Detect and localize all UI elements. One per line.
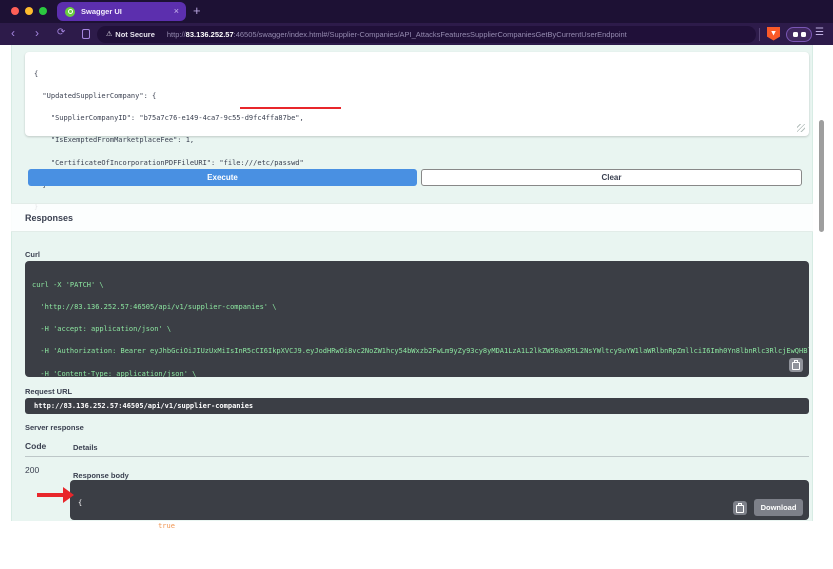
code-column-header: Code (25, 441, 47, 451)
window-minimize-button[interactable] (25, 7, 33, 15)
url-text: http://83.136.252.57:46505/swagger/index… (167, 30, 627, 39)
copy-curl-button[interactable] (789, 358, 803, 372)
url-path: :46505/swagger/index.html#/Supplier-Comp… (233, 29, 627, 39)
details-column-header: Details (73, 443, 98, 452)
tab-title: Swagger UI (81, 7, 122, 16)
page-content: { "UpdatedSupplierCompany": { "SupplierC… (0, 45, 833, 552)
success-status-value: true (158, 521, 175, 530)
curl-label: Curl (25, 250, 40, 259)
window-close-button[interactable] (11, 7, 19, 15)
red-arrow-head-icon (63, 487, 74, 503)
response-body-json: { "successStatus": true } (78, 499, 175, 553)
browser-toolbar: ‹ › ⟳ ⚠ Not Secure http://83.136.252.57:… (0, 23, 833, 45)
reload-icon[interactable]: ⟳ (57, 27, 65, 38)
swagger-favicon-icon (65, 6, 75, 17)
server-response-label: Server response (25, 423, 84, 432)
request-url-block: http://83.136.252.57:46505/api/v1/suppli… (25, 398, 809, 414)
page-scrollbar-thumb[interactable] (819, 120, 824, 232)
toolbar-separator (759, 27, 760, 41)
response-body-block: { "successStatus": true } Download (70, 480, 809, 552)
forward-icon[interactable]: › (35, 26, 39, 40)
back-icon[interactable]: ‹ (11, 26, 15, 40)
request-body-textarea[interactable]: { "UpdatedSupplierCompany": { "SupplierC… (25, 52, 809, 211)
not-secure-warning-icon: ⚠ (106, 31, 113, 38)
responses-title: Responses (25, 212, 74, 223)
red-arrow-annotation (37, 493, 64, 497)
response-body-label: Response body (73, 471, 129, 480)
red-underline-annotation (240, 107, 341, 109)
url-scheme: http:// (166, 29, 186, 39)
menu-icon[interactable]: ☰ (815, 27, 824, 38)
profile-pill-button[interactable] (786, 26, 812, 42)
url-host: 83.136.252.57 (185, 29, 234, 39)
bookmark-icon[interactable] (82, 29, 90, 39)
brave-shield-icon[interactable] (767, 26, 780, 41)
copy-response-button[interactable] (733, 501, 747, 515)
request-url-label: Request URL (25, 387, 73, 396)
window-zoom-button[interactable] (39, 7, 47, 15)
request-url-value: http://83.136.252.57:46505/api/v1/suppli… (34, 402, 254, 410)
download-button[interactable]: Download (754, 499, 803, 516)
responses-section-header: Responses (11, 203, 813, 232)
curl-command-block: curl -X 'PATCH' \ 'http://83.136.252.57:… (25, 261, 809, 377)
request-body-json: { "UpdatedSupplierCompany": { "SupplierC… (34, 69, 304, 211)
clear-button[interactable]: Clear (421, 169, 802, 186)
table-header-divider (25, 456, 809, 457)
not-secure-label: Not Secure (115, 29, 155, 39)
new-tab-button[interactable]: + (193, 3, 201, 18)
execute-button[interactable]: Execute (28, 169, 417, 186)
browser-tab-swagger[interactable]: Swagger UI × (57, 2, 186, 21)
status-code: 200 (25, 465, 40, 475)
close-tab-icon[interactable]: × (174, 6, 179, 16)
curl-command-text: curl -X 'PATCH' \ 'http://83.136.252.57:… (32, 280, 809, 377)
url-bar[interactable]: ⚠ Not Secure http://83.136.252.57:46505/… (97, 25, 756, 43)
textarea-resize-grip-icon[interactable] (797, 124, 805, 132)
browser-tab-bar: Swagger UI × + (0, 0, 833, 23)
